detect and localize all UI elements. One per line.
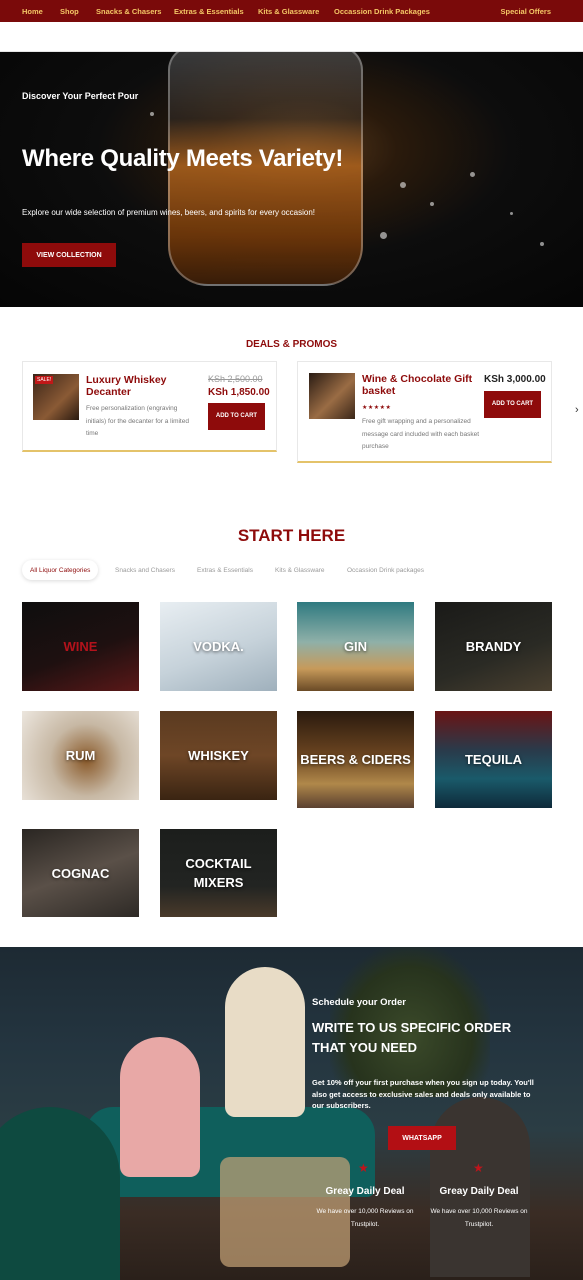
hero-subtitle: Explore our wide selection of premium wi… (22, 208, 316, 217)
splash-drop (470, 172, 475, 177)
category-gin[interactable]: GIN (297, 602, 414, 691)
daily-deal-text: We have over 10,000 Reviews on Trustpilo… (316, 1208, 414, 1228)
write-order-heading: WRITE TO US SPECIFIC ORDER THAT YOU NEED (312, 1020, 512, 1055)
nav-special-offers[interactable]: Special Offers (501, 7, 551, 16)
deal-description: Free personalization (engraving initials… (86, 405, 189, 437)
category-label: BRANDY (465, 639, 522, 654)
deal-name[interactable]: Luxury Whiskey Decanter (86, 374, 196, 398)
nav-extras-essentials[interactable]: Extras & Essentials (174, 7, 244, 16)
deal-card[interactable]: SALE! Luxury Whiskey Decanter KSh 2,500.… (22, 361, 277, 452)
hero-kicker: Discover Your Perfect Pour (22, 91, 139, 101)
add-to-cart-button[interactable]: ADD TO CART (208, 403, 265, 430)
header-bar (0, 22, 583, 52)
category-tequila[interactable]: TEQUILA (435, 711, 552, 808)
whatsapp-button[interactable]: WHATSAPP (388, 1126, 456, 1150)
category-label: BEERS & CIDERS (300, 752, 411, 767)
nav-occasion-packages[interactable]: Occassion Drink Packages (334, 7, 430, 16)
schedule-order-label: Schedule your Order (312, 997, 406, 1008)
category-beers-ciders[interactable]: BEERS & CIDERS (297, 711, 414, 808)
top-nav: Home Shop Snacks & Chasers Extras & Esse… (0, 0, 583, 22)
deal-price: KSh 3,000.00 (484, 374, 546, 385)
gift-basket-image (309, 373, 355, 419)
category-brandy[interactable]: BRANDY (435, 602, 552, 691)
sale-badge: SALE! (35, 376, 54, 384)
tab-all-liquor[interactable]: All Liquor Categories (22, 560, 99, 580)
category-label: WHISKEY (188, 748, 249, 763)
splash-drop (540, 242, 544, 246)
nav-home[interactable]: Home (22, 7, 43, 16)
nav-kits-glassware[interactable]: Kits & Glassware (258, 7, 319, 16)
person-image (0, 1107, 120, 1280)
category-cocktail-mixers[interactable]: COCKTAIL MIXERS (160, 829, 277, 917)
category-rum[interactable]: RUM (22, 711, 139, 800)
add-to-cart-button[interactable]: ADD TO CART (484, 391, 541, 418)
splash-drop (510, 212, 513, 215)
tab-extras-essentials[interactable]: Extras & Essentials (197, 560, 253, 580)
category-cognac[interactable]: COGNAC (22, 829, 139, 917)
category-vodka[interactable]: VODKA. (160, 602, 277, 691)
nav-snacks-chasers[interactable]: Snacks & Chasers (96, 7, 161, 16)
view-collection-button[interactable]: VIEW COLLECTION (22, 243, 116, 267)
decanter-image: SALE! (33, 374, 79, 420)
daily-deal-title: Greay Daily Deal (325, 1186, 405, 1197)
deal-price: KSh 1,850.00 (208, 387, 270, 398)
category-whiskey[interactable]: WHISKEY (160, 711, 277, 800)
nav-shop[interactable]: Shop (60, 7, 79, 16)
person-image (225, 967, 305, 1117)
person-image (120, 1037, 200, 1177)
tab-kits-glassware[interactable]: Kits & Glassware (275, 560, 325, 580)
deal-card[interactable]: Wine & Chocolate Gift basket ★★★★★ Free … (297, 361, 552, 463)
category-label: TEQUILA (464, 752, 523, 767)
hero-title: Where Quality Meets Variety! (22, 145, 344, 172)
category-label: COCKTAIL MIXERS (185, 856, 252, 890)
rating-stars: ★★★★★ (362, 405, 392, 411)
category-label: GIN (343, 639, 368, 654)
hero-banner: Discover Your Perfect Pour Where Quality… (0, 52, 583, 307)
category-label: COGNAC (51, 865, 110, 881)
splash-drop (380, 232, 387, 239)
daily-deal-text: We have over 10,000 Reviews on Trustpilo… (430, 1208, 528, 1228)
category-label: VODKA. (193, 639, 244, 654)
splash-drop (150, 112, 154, 116)
tab-occasion-packages[interactable]: Occassion Drink packages (347, 560, 424, 580)
deals-title: DEALS & PROMOS (245, 339, 338, 350)
splash-drop (400, 182, 406, 188)
star-icon: ★ (358, 1161, 369, 1175)
tab-snacks-chasers[interactable]: Snacks and Chasers (115, 560, 175, 580)
daily-deal-title: Greay Daily Deal (439, 1186, 519, 1197)
category-label: RUM (65, 748, 96, 763)
deal-name[interactable]: Wine & Chocolate Gift basket (362, 373, 480, 397)
star-icon: ★ (473, 1161, 484, 1175)
signup-promo-text: Get 10% off your first purchase when you… (312, 1078, 534, 1110)
deal-old-price: KSh 2,500.00 (208, 374, 263, 384)
splash-drop (430, 202, 434, 206)
category-label: WINE (63, 639, 98, 654)
chevron-right-icon[interactable]: › (575, 404, 579, 416)
start-here-title: START HERE (237, 526, 346, 545)
category-wine[interactable]: WINE (22, 602, 139, 691)
deal-description: Free gift wrapping and a personalized me… (362, 418, 480, 450)
page: Home Shop Snacks & Chasers Extras & Esse… (0, 0, 583, 1280)
